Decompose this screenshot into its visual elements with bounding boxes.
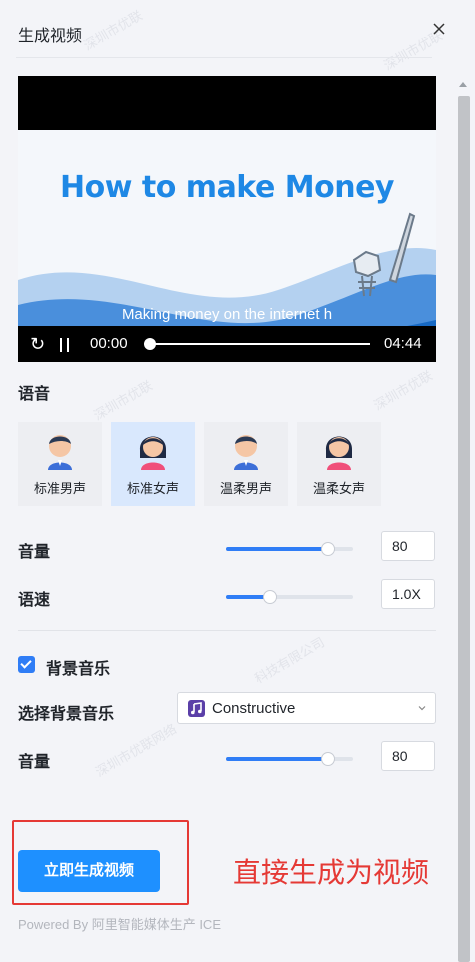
pause-icon[interactable]	[60, 338, 70, 352]
speed-label: 语速	[18, 592, 51, 609]
replay-icon[interactable]: ↻	[30, 334, 48, 354]
speed-input[interactable]: 1.0X	[381, 579, 435, 609]
voice-option-label: 温柔女声	[312, 481, 365, 496]
video-progress-handle[interactable]	[144, 338, 156, 350]
watermark: 深圳市优联	[91, 377, 155, 424]
voice-option-standard-female[interactable]: 标准女声	[111, 422, 195, 506]
voice-option-label: 温柔男声	[219, 481, 272, 496]
voice-option-label: 标准女声	[126, 481, 179, 496]
watermark: 深圳市优联	[371, 367, 435, 414]
current-time: 00:00	[90, 335, 128, 352]
slider-fill	[226, 547, 328, 551]
bg-music-select[interactable]: Constructive	[177, 692, 436, 724]
video-progress-bar[interactable]	[144, 338, 370, 350]
slider-fill	[226, 757, 328, 761]
header-divider	[16, 57, 432, 58]
music-note-icon	[188, 700, 205, 717]
slider-handle[interactable]	[320, 542, 335, 556]
close-icon[interactable]	[430, 20, 448, 38]
female-avatar-icon	[139, 436, 167, 470]
dialog-header: 生成视频	[0, 0, 475, 60]
select-bg-music-label: 选择背景音乐	[18, 706, 115, 723]
voice-option-standard-male[interactable]: 标准男声	[18, 422, 102, 506]
scrollbar-thumb[interactable]	[458, 96, 470, 962]
bg-music-label: 背景音乐	[46, 661, 111, 678]
scrollbar[interactable]	[455, 74, 473, 962]
annotation-text: 直接生成为视频	[233, 857, 430, 888]
bg-volume-slider[interactable]	[226, 751, 353, 767]
volume-input[interactable]: 80	[381, 531, 435, 561]
volume-label: 音量	[18, 544, 51, 561]
total-time: 04:44	[384, 335, 422, 352]
bg-volume-input[interactable]: 80	[381, 741, 435, 771]
voice-section-label: 语音	[18, 386, 51, 403]
bg-music-checkbox[interactable]	[18, 656, 35, 673]
male-avatar-icon	[234, 435, 258, 470]
generate-video-button[interactable]: 立即生成视频	[18, 850, 160, 892]
powered-by-text: Powered By 阿里智能媒体生产 ICE	[18, 917, 221, 932]
video-title-text: How to make Money	[60, 170, 394, 205]
bg-music-selected-value: Constructive	[212, 700, 296, 717]
scroll-up-arrow-icon[interactable]	[459, 82, 467, 87]
chevron-down-icon	[418, 706, 426, 711]
dialog-title: 生成视频	[18, 28, 83, 45]
section-divider	[18, 630, 436, 631]
watermark: 深圳市优联网络	[92, 721, 180, 780]
volume-slider[interactable]	[226, 541, 353, 557]
speed-slider[interactable]	[226, 589, 353, 605]
slider-handle[interactable]	[320, 752, 335, 766]
video-controls: ↻ 00:00 04:44	[18, 326, 436, 362]
slider-handle[interactable]	[263, 590, 278, 604]
video-player[interactable]: How to make Money Making money on the in…	[18, 76, 436, 362]
video-subtitle: Making money on the internet h	[121, 306, 333, 323]
bg-volume-label: 音量	[18, 754, 51, 771]
male-avatar-icon	[48, 435, 72, 470]
voice-option-gentle-female[interactable]: 温柔女声	[297, 422, 381, 506]
watermark: 科技有限公司	[251, 634, 328, 687]
voice-option-gentle-male[interactable]: 温柔男声	[204, 422, 288, 506]
voice-option-label: 标准男声	[33, 481, 86, 496]
female-avatar-icon	[325, 436, 353, 470]
